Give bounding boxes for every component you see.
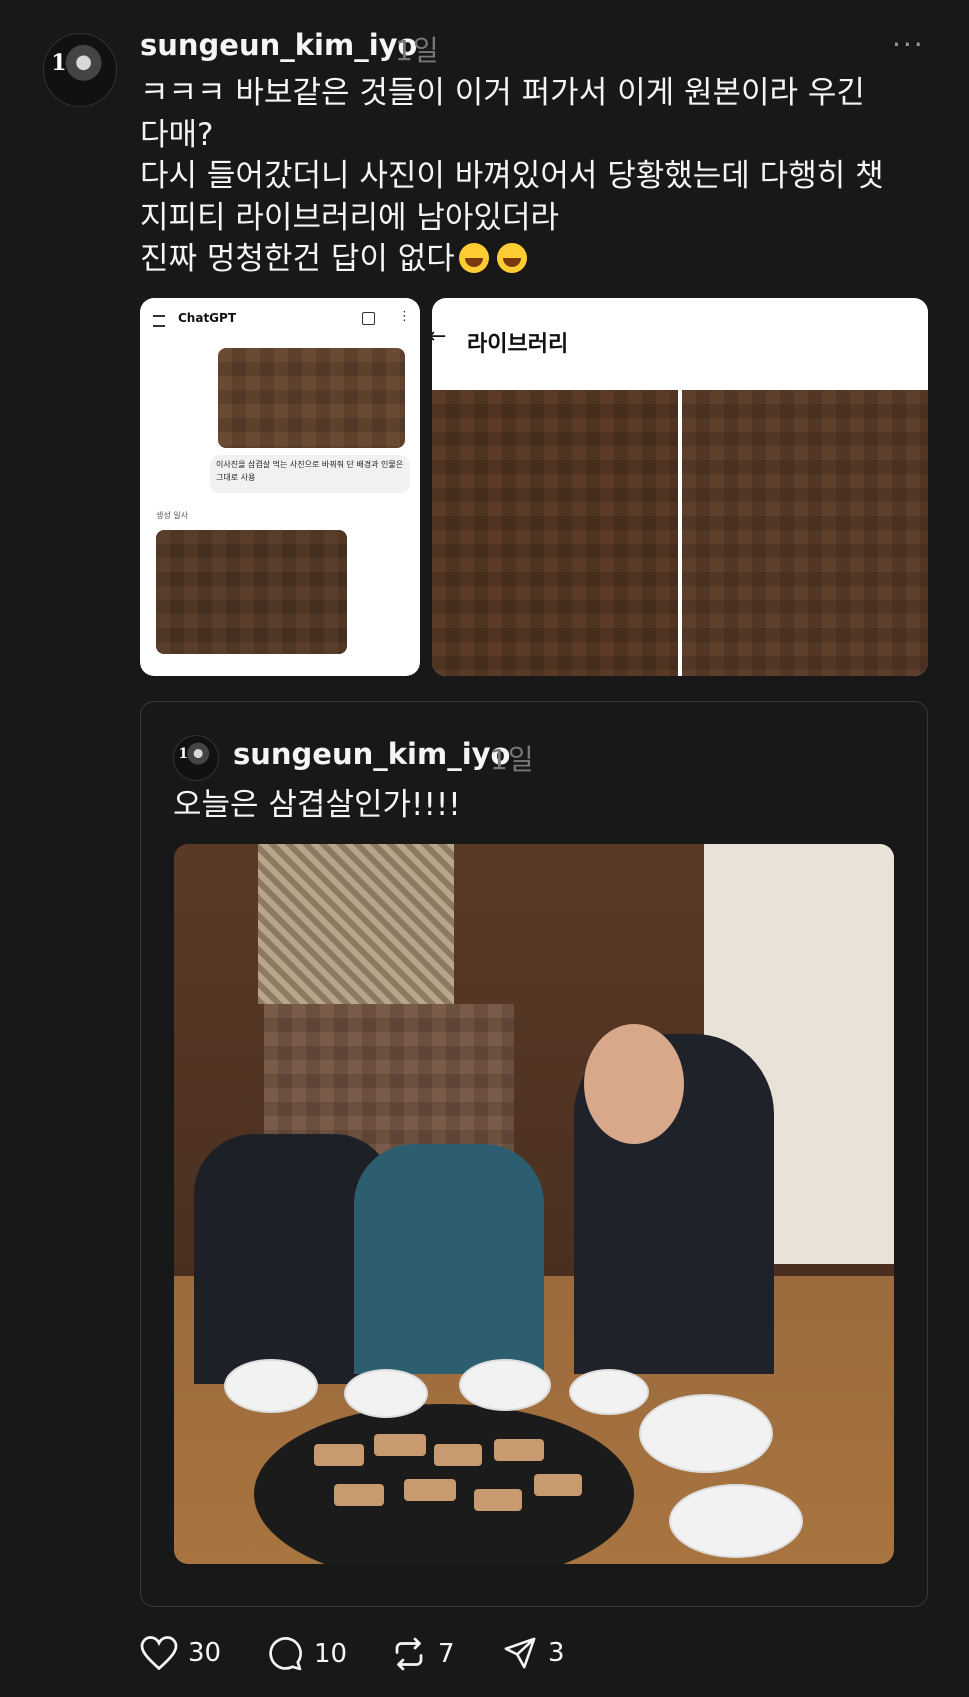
chatgpt-screenshot-image[interactable]: ChatGPT ⋮ 이사진을 삼겹살 먹는 사진으로 바꿔줘 단 배경과 인물은… — [140, 298, 420, 676]
side-dish-bowl — [344, 1369, 428, 1418]
pork-belly — [374, 1434, 426, 1456]
chatgpt-app-title: ChatGPT — [178, 311, 237, 325]
like-count: 30 — [188, 1638, 222, 1668]
avatar-badge: 1 — [178, 745, 189, 762]
post-line: 다시 들어갔더니 사진이 바껴있어서 당황했는데 다행히 챗 — [140, 158, 884, 194]
quoted-photo[interactable] — [174, 844, 894, 1564]
share-count: 3 — [548, 1638, 565, 1668]
kebab-icon: ⋮ — [398, 309, 411, 324]
original-photo-thumb — [218, 348, 405, 448]
side-dish-bowl — [639, 1394, 773, 1473]
pork-belly — [314, 1444, 364, 1466]
woven-panel — [258, 844, 454, 1004]
more-options-icon[interactable]: ··· — [892, 28, 925, 61]
repost-icon — [395, 1637, 423, 1671]
post-line: 지피티 라이브러리에 남아있더라 — [140, 199, 559, 236]
library-screenshot-image[interactable]: ← 라이브러리 — [432, 298, 928, 676]
library-photo-2 — [682, 390, 928, 676]
repost-count: 7 — [438, 1639, 455, 1669]
laughing-emoji-icon — [496, 243, 527, 273]
quoted-text: 오늘은 삼겹살인가!!!! — [173, 787, 461, 823]
edit-icon — [362, 312, 375, 325]
generated-label: 생성 일사 — [156, 511, 188, 520]
post-line: 다매? — [140, 116, 214, 153]
pork-belly — [534, 1474, 582, 1496]
quoted-time: 1일 — [490, 743, 534, 776]
post-text: ㅋㅋㅋ 바보같은 것들이 이거 퍼가서 이게 원본이라 우긴 다매? 다시 들어… — [140, 73, 940, 281]
laughing-emoji-icon — [458, 243, 489, 273]
generated-photo-thumb — [156, 530, 347, 654]
repost-button[interactable]: 7 — [390, 1636, 455, 1672]
person-middle-body — [354, 1144, 544, 1374]
send-icon — [504, 1637, 536, 1669]
like-button[interactable]: 30 — [140, 1636, 221, 1670]
comment-button[interactable]: 10 — [266, 1636, 347, 1672]
comment-icon — [269, 1637, 302, 1671]
quoted-username[interactable]: sungeun_kim_iyo — [233, 737, 510, 771]
library-photo-1 — [432, 390, 678, 676]
pork-belly — [404, 1479, 456, 1501]
share-button[interactable]: 3 — [502, 1636, 565, 1670]
avatar[interactable]: 1 — [43, 33, 117, 107]
pork-belly — [474, 1489, 522, 1511]
pork-belly — [334, 1484, 384, 1506]
quoted-avatar[interactable]: 1 — [173, 735, 219, 781]
side-dish-bowl — [669, 1484, 803, 1558]
side-dish-bowl — [459, 1359, 551, 1411]
heart-icon — [140, 1636, 178, 1670]
pork-belly — [494, 1439, 544, 1461]
avatar-badge: 1 — [51, 49, 67, 76]
post-username[interactable]: sungeun_kim_iyo — [140, 28, 417, 62]
prompt-text: 이사진을 삼겹살 먹는 사진으로 바꿔줘 단 배경과 인물은 그대로 사용 — [216, 460, 404, 482]
post-line: ㅋㅋㅋ 바보같은 것들이 이거 퍼가서 이게 원본이라 우긴 — [140, 75, 865, 111]
side-dish-bowl — [569, 1369, 649, 1415]
post-time: 1일 — [395, 34, 439, 67]
side-dish-bowl — [224, 1359, 318, 1413]
comment-count: 10 — [314, 1639, 348, 1669]
library-title: 라이브러리 — [467, 332, 569, 357]
person-right-head — [584, 1024, 684, 1144]
back-icon: ← — [432, 324, 447, 349]
menu-icon — [153, 315, 165, 327]
post-line: 진짜 멍청한건 답이 없다 — [140, 241, 455, 277]
pork-belly — [434, 1444, 482, 1466]
